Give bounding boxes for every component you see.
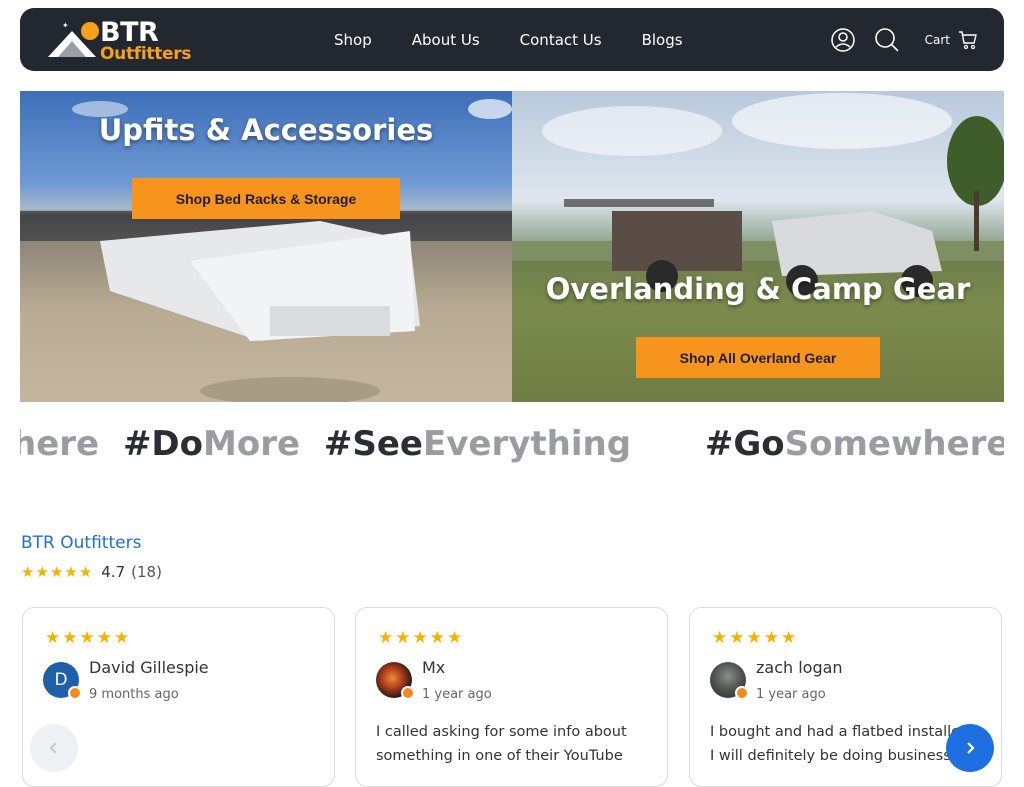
review-date: 1 year ago	[756, 687, 826, 702]
cart-button[interactable]: Cart	[925, 30, 978, 50]
cart-label: Cart	[924, 32, 950, 47]
review-stars: ★ ★ ★ ★ ★	[45, 628, 131, 648]
review-date: 9 months ago	[89, 687, 179, 702]
star-icon: ★	[79, 628, 95, 648]
site-logo[interactable]: ✦ BTR Outfitters	[44, 17, 204, 64]
star-icon: ★	[429, 628, 445, 648]
review-date: 1 year ago	[422, 687, 492, 702]
review-text: I bought and had a flatbed installed. I …	[710, 724, 974, 764]
carousel-next-button[interactable]	[946, 724, 994, 772]
reviewer-name: zach logan	[756, 658, 843, 677]
star-icon: ★	[395, 628, 411, 648]
google-badge-icon	[68, 686, 82, 700]
shop-overland-gear-button[interactable]: Shop All Overland Gear	[636, 337, 880, 378]
search-icon[interactable]	[873, 26, 901, 54]
review-count: (18)	[131, 563, 162, 581]
review-card: ★ ★ ★ ★ ★ Mx 1 year ago I called asking for …	[355, 607, 668, 787]
carousel-prev-button[interactable]	[30, 724, 78, 772]
star-icon: ★	[114, 628, 130, 648]
star-icon: ★	[78, 563, 93, 581]
logo-text-bottom: Outfitters	[100, 44, 192, 64]
shop-bed-racks-button[interactable]: Shop Bed Racks & Storage	[132, 178, 400, 219]
hero-panel-overlanding[interactable]: Overlanding & Camp Gear Shop All Overlan…	[512, 91, 1004, 402]
header-actions: Cart	[829, 8, 978, 71]
star-icon: ★	[45, 628, 61, 648]
hero-banner: Upfits & Accessories Shop Bed Racks & St…	[20, 91, 1004, 402]
reviewer-name: David Gillespie	[89, 658, 209, 677]
marquee-word: More	[203, 424, 301, 464]
star-icon: ★	[35, 563, 49, 581]
marquee-track: here #DoMore #SeeEverything #GoSomewhere…	[20, 422, 1004, 466]
main-nav: Shop About Us Contact Us Blogs	[334, 8, 723, 71]
star-icon: ★	[49, 563, 64, 581]
star-icon: ★	[412, 628, 428, 648]
star-icon: ★	[712, 628, 728, 648]
hero-title-upfits: Upfits & Accessories	[98, 113, 434, 147]
star-icon: ★	[21, 563, 35, 581]
marquee-word: Somewhere	[784, 424, 1004, 464]
marquee-hashtag: #Go	[704, 424, 785, 464]
google-badge-icon	[401, 686, 415, 700]
nav-blogs[interactable]: Blogs	[642, 31, 683, 49]
site-header: ✦ BTR Outfitters Shop About Us Contact U…	[20, 8, 1004, 71]
hero-panel-upfits[interactable]: Upfits & Accessories Shop Bed Racks & St…	[20, 91, 512, 402]
star-icon: ★	[763, 628, 779, 648]
review-stars: ★ ★ ★ ★ ★	[378, 628, 464, 648]
reviews-brand-link[interactable]: BTR Outfitters	[21, 533, 141, 553]
reviewer-name: Mx	[422, 658, 446, 677]
rating-summary: ★ ★ ★ ★ ★ 4.7 (18)	[21, 563, 162, 581]
marquee-hashtag: #Do	[122, 424, 204, 464]
star-icon: ★	[62, 628, 78, 648]
star-icon: ★	[96, 628, 112, 648]
star-icon: ★	[781, 628, 797, 648]
star-icon: ★	[729, 628, 745, 648]
chevron-right-icon	[967, 742, 975, 754]
marquee-word: here	[20, 424, 100, 464]
hashtag-marquee: here #DoMore #SeeEverything #GoSomewhere…	[20, 418, 1004, 472]
reviewer-avatar	[376, 662, 415, 700]
cart-icon	[959, 30, 977, 49]
star-icon: ★	[64, 563, 78, 581]
google-badge-icon	[735, 686, 749, 700]
logo-mark-icon: ✦	[48, 21, 99, 57]
rating-value: 4.7	[101, 563, 126, 581]
nav-contact-us[interactable]: Contact Us	[520, 31, 602, 49]
star-icon: ★	[378, 628, 394, 648]
review-text: I called asking for some info about some…	[376, 724, 627, 764]
reviewer-avatar	[710, 662, 749, 700]
reviewer-avatar: D	[43, 662, 82, 700]
review-stars: ★ ★ ★ ★ ★	[712, 628, 798, 648]
chevron-left-icon	[49, 742, 57, 754]
star-icon: ★	[447, 628, 463, 648]
hero-title-overlanding: Overlanding & Camp Gear	[545, 272, 971, 306]
svg-text:✦: ✦	[62, 21, 69, 30]
nav-shop[interactable]: Shop	[334, 31, 372, 49]
marquee-hashtag: #See	[323, 424, 423, 464]
avatar-initial: D	[54, 670, 68, 690]
star-icon: ★	[746, 628, 762, 648]
nav-about-us[interactable]: About Us	[412, 31, 480, 49]
rating-stars: ★ ★ ★ ★ ★	[21, 564, 93, 580]
marquee-word: Everything	[423, 424, 632, 464]
account-icon[interactable]	[829, 26, 857, 54]
